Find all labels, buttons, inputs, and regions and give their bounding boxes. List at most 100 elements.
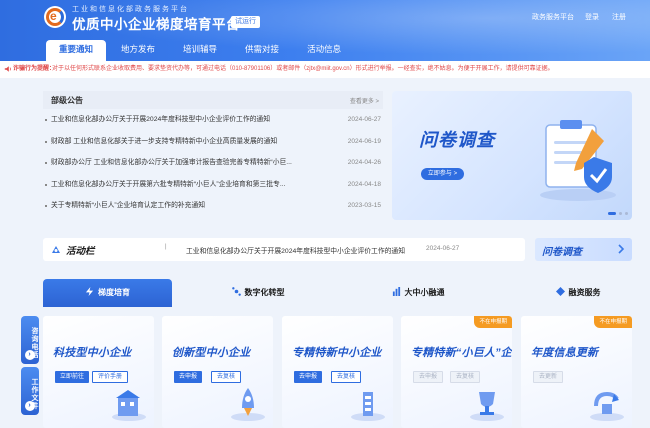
survey-banner[interactable]: 问卷调查 立即参与 > — [392, 91, 632, 220]
activity-bar: 活动栏 | 工业和信息化部办公厅关于开展2024年度科技型中小企业评价工作的通知… — [43, 238, 525, 261]
tower-illustration-icon — [351, 392, 385, 421]
nav-tab-supply-demand[interactable]: 供需对接 — [232, 40, 292, 61]
page-title[interactable]: 优质中小企业梯度培育平台 — [72, 13, 240, 33]
card-innovative-sme[interactable]: 创新型中小企业 去申报 去复核 — [162, 316, 273, 428]
announcements-header: 部级公告 查看更多 > — [43, 91, 383, 109]
work-docs-float[interactable]: 工作文件 › — [21, 367, 39, 415]
card-title: 科技型中小企业 — [53, 347, 132, 359]
main-nav: 重要通知 地方发布 培训辅导 供需对接 活动信息 — [46, 40, 356, 61]
chart-icon — [392, 287, 400, 296]
login-link[interactable]: 登录 — [585, 12, 599, 22]
announcements-more-link[interactable]: 查看更多 > — [350, 96, 379, 105]
announcement-title[interactable]: 财政部办公厅 工业和信息化部办公厅关于加强审计报告查验完善专精特新“小巨... — [51, 152, 292, 174]
activity-headline[interactable]: 工业和信息化部办公厅关于开展2024年度科技型中小企业评价工作的通知 — [186, 245, 405, 255]
network-icon — [231, 287, 241, 296]
refresh-illustration-icon — [590, 391, 624, 421]
bullet-icon — [45, 140, 47, 143]
cat-tab-label: 梯度培育 — [98, 288, 130, 297]
announcement-title[interactable]: 工业和信息化部办公厅关于开展第六批专精特新“小巨人”企业培育和第三批专... — [51, 174, 286, 196]
notice-text: 对于以任何形式联系企业收取费用、要求垫资代办等，可通过电话（010-879011… — [52, 66, 554, 72]
rocket-illustration-icon — [231, 388, 265, 421]
register-link[interactable]: 注册 — [612, 12, 626, 22]
card-title: 专精特新“小巨人”企业 — [411, 347, 512, 359]
bullet-icon — [45, 183, 47, 186]
go-now-button[interactable]: 立即前往 — [55, 371, 90, 383]
card-specialized-sme[interactable]: 专精特新中小企业 去申报 去复核 — [282, 316, 393, 428]
cat-tab-financing[interactable]: 融资服务 — [523, 279, 633, 307]
miit-logo-icon[interactable]: e — [44, 6, 66, 28]
speaker-icon — [4, 66, 11, 72]
announcement-title[interactable]: 关于专精特新“小巨人”企业培育认定工作的补充通知 — [51, 195, 205, 217]
trial-badge: 试运行 — [231, 16, 260, 28]
card-title: 创新型中小企业 — [172, 347, 251, 359]
card-title: 专精特新中小企业 — [292, 347, 382, 359]
cat-tab-gradient-cultivation[interactable]: 梯度培育 — [43, 279, 172, 307]
not-in-period-badge: 不在申报期 — [474, 316, 512, 328]
announcement-date: 2024-06-19 — [347, 137, 381, 145]
nav-tab-activities[interactable]: 活动信息 — [294, 40, 354, 61]
bullet-icon — [45, 205, 47, 207]
activity-icon — [52, 246, 60, 253]
announcement-item[interactable]: 关于专精特新“小巨人”企业培育认定工作的补充通知 2023-03-15 — [43, 195, 383, 217]
chevron-right-icon: › — [25, 401, 35, 411]
announcement-item[interactable]: 财政部 工业和信息化部关于进一步支持专精特新中小企业高质量发展的通知 2024-0… — [43, 131, 383, 153]
carousel-dot[interactable] — [619, 212, 622, 215]
review-button[interactable]: 去复核 — [331, 371, 362, 383]
announcements-title: 部级公告 — [51, 96, 83, 105]
announcement-title[interactable]: 财政部 工业和信息化部关于进一步支持专精特新中小企业高质量发展的通知 — [51, 131, 277, 153]
activity-date: 2024-06-27 — [426, 245, 460, 252]
announcement-item[interactable]: 工业和信息化部办公厅关于开展2024年度科技型中小企业评价工作的通知 2024-0… — [43, 109, 383, 131]
nav-tab-training[interactable]: 培训辅导 — [170, 40, 230, 61]
building-illustration-icon — [112, 390, 146, 421]
eval-manual-button[interactable]: 评价手册 — [92, 371, 129, 383]
bullet-icon — [45, 119, 47, 121]
survey-mini-banner[interactable]: 问卷调查 — [535, 238, 632, 261]
announcement-date: 2024-04-18 — [347, 180, 381, 188]
announcement-date: 2024-06-27 — [347, 116, 381, 123]
announcement-item[interactable]: 财政部办公厅 工业和信息化部办公厅关于加强审计报告查验完善专精特新“小巨... 2… — [43, 152, 383, 174]
activity-separator: | — [165, 244, 167, 250]
update-button[interactable]: 去更新 — [533, 371, 564, 383]
fraud-notice-bar: 诈骗行为提醒： 对于以任何形式联系企业收取费用、要求垫资代办等，可通过电话（01… — [0, 61, 650, 78]
nav-tab-local-release[interactable]: 地方发布 — [108, 40, 168, 61]
cat-tab-label: 大中小融通 — [404, 288, 445, 297]
banner-join-button[interactable]: 立即参与 > — [421, 168, 464, 180]
carousel-dot[interactable] — [625, 212, 628, 215]
card-tech-sme[interactable]: 科技型中小企业 立即前往 评价手册 — [43, 316, 154, 428]
banner-carousel-dots[interactable] — [608, 212, 628, 215]
review-button[interactable]: 去复核 — [450, 371, 481, 383]
carousel-dot-active[interactable] — [608, 212, 616, 215]
bullet-icon — [45, 162, 47, 164]
chevron-right-icon — [618, 244, 625, 254]
notice-label: 诈骗行为提醒： — [13, 66, 56, 72]
card-little-giant[interactable]: 不在申报期 专精特新“小巨人”企业 去申报 去复核 — [401, 316, 512, 428]
not-in-period-badge: 不在申报期 — [594, 316, 632, 328]
cat-tab-integration[interactable]: 大中小融通 — [363, 279, 473, 307]
cultivation-cards: 科技型中小企业 立即前往 评价手册 创新型中小企业 去申报 去复核 专精特新中小… — [43, 316, 632, 428]
category-tabs: 梯度培育 数字化转型 大中小融通 融资服务 — [43, 279, 632, 307]
announcement-title[interactable]: 工业和信息化部办公厅关于开展2024年度科技型中小企业评价工作的通知 — [51, 109, 270, 131]
announcement-list: 工业和信息化部办公厅关于开展2024年度科技型中小企业评价工作的通知 2024-0… — [43, 109, 383, 217]
review-button[interactable]: 去复核 — [211, 371, 242, 383]
apply-button[interactable]: 去申报 — [294, 371, 323, 383]
apply-button[interactable]: 去申报 — [174, 371, 203, 383]
diamond-icon — [555, 287, 565, 296]
ministry-announcements: 部级公告 查看更多 > 工业和信息化部办公厅关于开展2024年度科技型中小企业评… — [43, 91, 383, 226]
site-header: e 工业和信息化部政务服务平台 优质中小企业梯度培育平台 试运行 政务服务平台 … — [0, 0, 650, 61]
cat-tab-label: 数字化转型 — [244, 288, 285, 297]
card-title: 年度信息更新 — [531, 347, 599, 359]
apply-button[interactable]: 去申报 — [413, 371, 444, 383]
announcement-item[interactable]: 工业和信息化部办公厅关于开展第六批专精特新“小巨人”企业培育和第三批专... 20… — [43, 174, 383, 196]
announcement-date: 2023-03-15 — [347, 202, 381, 209]
chevron-right-icon: › — [25, 350, 35, 360]
nav-tab-important-notice[interactable]: 重要通知 — [46, 40, 107, 61]
gov-service-platform-link[interactable]: 政务服务平台 — [532, 12, 574, 22]
banner-title: 问卷调查 — [419, 130, 495, 150]
announcement-date: 2024-04-26 — [347, 159, 381, 166]
consult-phone-float[interactable]: 咨询电话 › — [21, 316, 39, 364]
clipboard-illustration-icon — [540, 120, 616, 201]
cat-tab-digital-transformation[interactable]: 数字化转型 — [203, 279, 313, 307]
card-annual-update[interactable]: 不在申报期 年度信息更新 去更新 — [521, 316, 632, 428]
lightning-icon — [85, 287, 94, 296]
trophy-illustration-icon — [470, 392, 504, 421]
